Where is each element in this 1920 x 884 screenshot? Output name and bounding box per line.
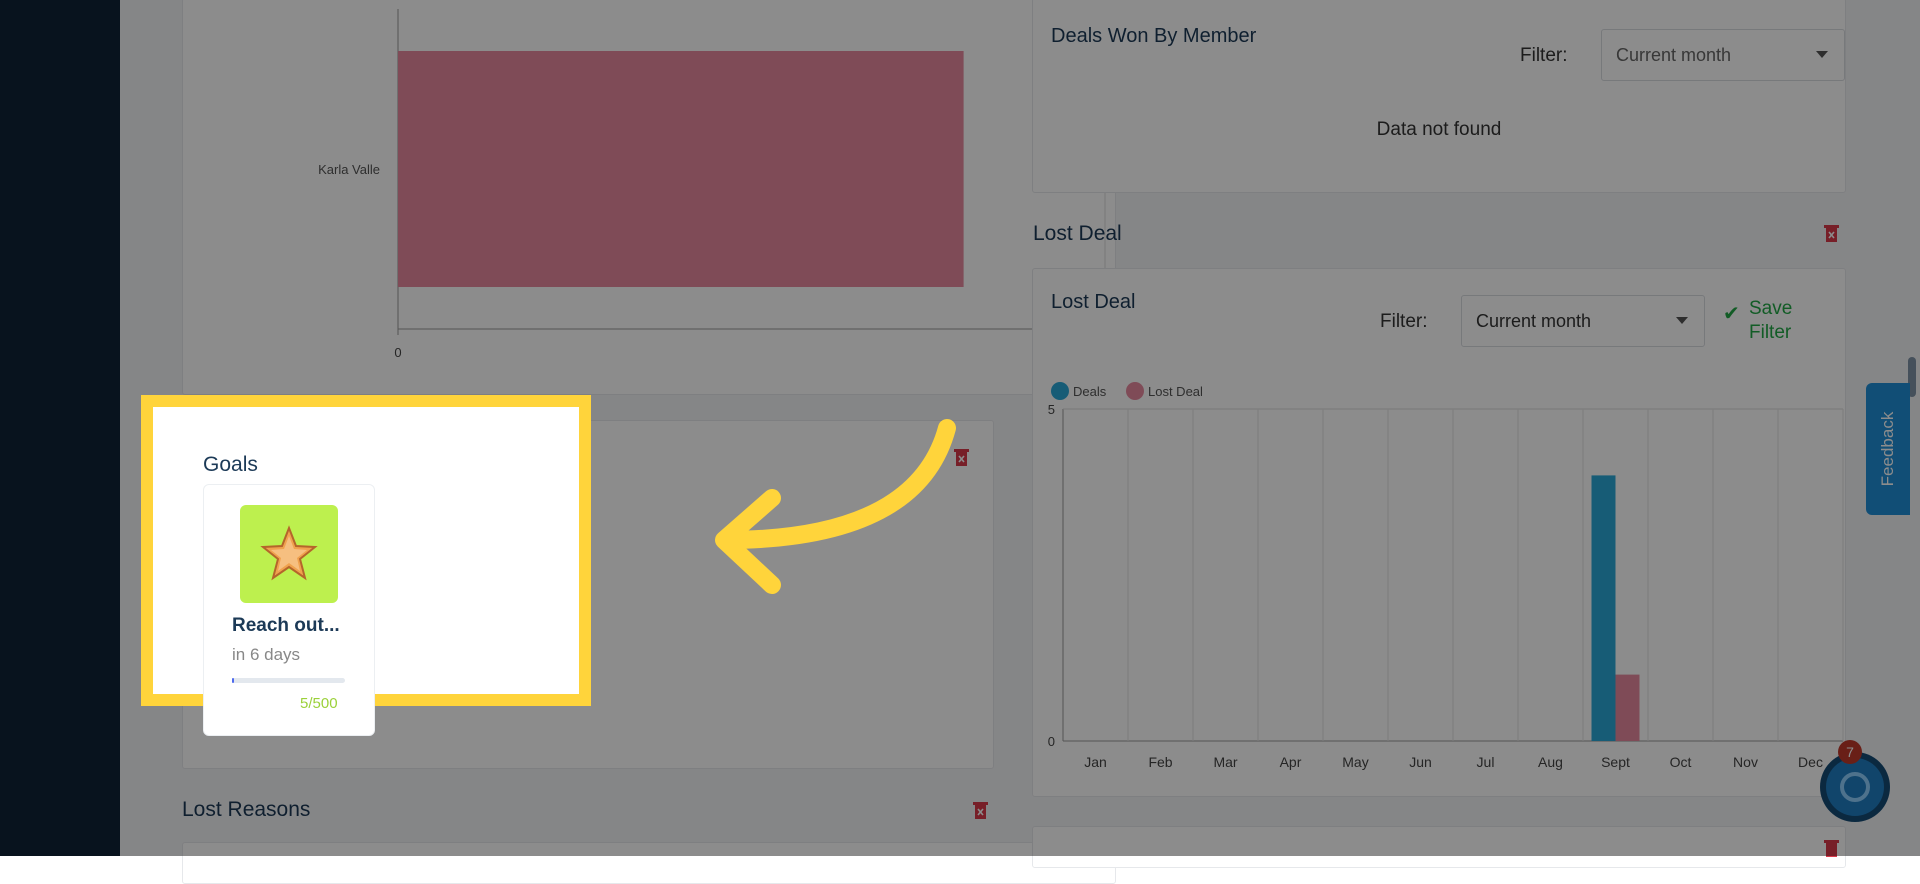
- lost-deal-filter-value: Current month: [1476, 310, 1592, 331]
- goal-item-card[interactable]: Reach out... in 6 days 5/500: [203, 484, 375, 736]
- x-tick-label: Feb: [1148, 754, 1172, 770]
- category-label: Karla Valle: [318, 162, 380, 177]
- x-tick-label: May: [1342, 754, 1368, 770]
- delete-lost-reasons-icon[interactable]: [972, 800, 989, 820]
- y-tick-label: 0: [1048, 734, 1055, 749]
- x-tick-label: 0: [394, 345, 401, 360]
- delete-next-icon[interactable]: [1823, 838, 1840, 858]
- goal-progress-bar: [232, 678, 345, 683]
- lost-deal-card-title: Lost Deal: [1051, 291, 1136, 313]
- deals-won-filter-label: Filter:: [1520, 45, 1568, 66]
- lost-reasons-card: [182, 842, 1116, 884]
- member-chart-card: Karla Valle05: [182, 0, 1116, 395]
- x-tick-label: Jul: [1477, 754, 1495, 770]
- goal-badge: [240, 505, 338, 603]
- x-tick-label: Jun: [1409, 754, 1432, 770]
- legend-label-1: Lost Deal: [1148, 384, 1203, 399]
- deals-won-filter-select[interactable]: Current month: [1601, 29, 1845, 81]
- lost-deal-bar-chart: Deals Lost Deal Jan Feb Mar Apr May Jun Jul Aug Se…: [1048, 382, 1844, 770]
- bar-lost-deal-sept: [1615, 674, 1640, 741]
- member-bar-chart: Karla Valle05: [318, 9, 1109, 360]
- legend-swatch-1: [1126, 382, 1144, 400]
- check-icon: ✔: [1723, 303, 1740, 325]
- delete-lost-deal-icon[interactable]: [1823, 223, 1840, 243]
- chat-icon: [1840, 772, 1870, 802]
- star-icon: [260, 525, 318, 581]
- y-tick-label: 5: [1048, 402, 1055, 417]
- save-filter-label: Save Filter: [1749, 298, 1793, 343]
- feedback-tab[interactable]: Feedback: [1866, 383, 1910, 515]
- lost-deal-filter-select[interactable]: Current month: [1461, 295, 1705, 347]
- x-tick-label: Oct: [1670, 754, 1692, 770]
- deals-won-card: Deals Won By Member Filter: Current mont…: [1032, 0, 1846, 193]
- x-tick-label: Jan: [1084, 754, 1107, 770]
- x-tick-label: Mar: [1213, 754, 1237, 770]
- feedback-label: Feedback: [1878, 411, 1897, 487]
- chat-notification-badge: 7: [1838, 740, 1862, 764]
- x-tick-label: Sept: [1601, 754, 1630, 770]
- goals-title: Goals: [203, 453, 258, 476]
- deals-won-filter-value: Current month: [1616, 44, 1732, 65]
- bar-deals-sept: [1591, 475, 1616, 741]
- legend-label-0: Deals: [1073, 384, 1107, 399]
- x-tick-label: Dec: [1798, 754, 1823, 770]
- sidebar: [0, 0, 120, 856]
- bar-0: [398, 51, 964, 287]
- x-tick-label: Nov: [1733, 754, 1758, 770]
- goal-title: Reach out...: [232, 615, 340, 636]
- lost-deal-section-title: Lost Deal: [1033, 222, 1122, 245]
- lost-deal-card: Lost Deal Filter: Current month ✔ Save F…: [1032, 268, 1846, 797]
- goal-progress-fill: [232, 678, 235, 683]
- legend-swatch-0: [1051, 382, 1069, 400]
- deals-won-empty-text: Data not found: [1376, 119, 1502, 140]
- goal-due: in 6 days: [232, 645, 301, 664]
- chevron-down-icon: [1816, 51, 1828, 58]
- chevron-down-icon: [1676, 317, 1688, 324]
- x-tick-label: Apr: [1280, 754, 1302, 770]
- chat-button[interactable]: [1826, 758, 1884, 816]
- lost-deal-filter-label: Filter:: [1380, 311, 1428, 332]
- x-tick-label: Aug: [1538, 754, 1563, 770]
- lost-reasons-title: Lost Reasons: [182, 798, 311, 821]
- deals-won-title: Deals Won By Member: [1051, 25, 1257, 47]
- next-card: [1032, 826, 1846, 868]
- arrow-pointer: [715, 419, 956, 594]
